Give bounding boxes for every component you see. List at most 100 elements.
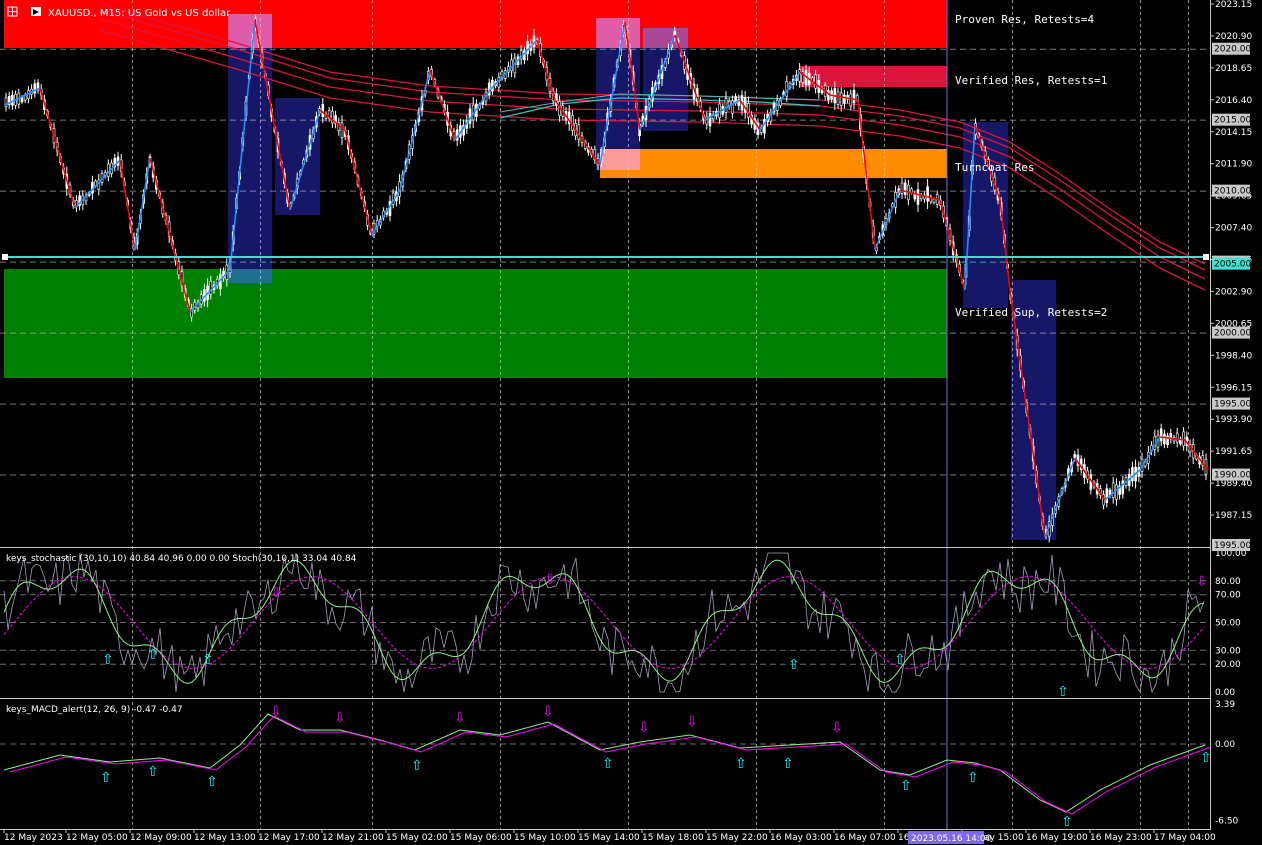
verified-res-zone: [800, 66, 947, 87]
price-tick-label: 2020.90: [1215, 32, 1252, 42]
candle-body: [513, 57, 517, 74]
time-label: 16 May 19:00: [1026, 833, 1088, 843]
stochastic-label: keys_stochastic (30,10,10) 40.84 40.96 0…: [6, 554, 357, 564]
zone-label-verified-res: Verified Res, Retests=1: [955, 74, 1107, 87]
arrow-down-icon: ⇩: [1196, 574, 1208, 590]
price-tick-label: 2014.15: [1215, 128, 1252, 138]
macd-tick-label: -6.50: [1215, 817, 1239, 827]
candle-body: [839, 92, 843, 106]
session-box-highlight: [643, 28, 688, 48]
arrow-up-icon: ⇧: [206, 774, 218, 790]
candle-body: [1111, 482, 1115, 498]
price-tick-label: 2023.15: [1215, 0, 1252, 10]
candle-body: [1115, 484, 1118, 500]
candle-body: [900, 182, 904, 194]
stoch-tick-label: 70.00: [1215, 591, 1241, 601]
time-label: 12 May 13:00: [194, 833, 256, 843]
candle-body: [708, 113, 712, 127]
verified-sup-zone: [4, 269, 947, 378]
time-label: 12 May 21:00: [322, 833, 384, 843]
stoch-tick-label: 80.00: [1215, 577, 1241, 587]
session-box: [275, 98, 320, 215]
price-tick-label: 1998.40: [1215, 351, 1252, 361]
price-tag-label: 2020.00: [1214, 45, 1251, 55]
price-tick-label: 1991.65: [1215, 447, 1252, 457]
price-tag-label: 1990.00: [1214, 471, 1251, 481]
session-box: [228, 14, 272, 283]
candle-body: [798, 69, 801, 82]
candle-body: [1159, 428, 1163, 442]
candle-body: [321, 104, 325, 118]
price-tick-label: 2002.90: [1215, 287, 1252, 297]
candle-body: [1105, 488, 1109, 504]
arrow-up-icon: ⇧: [894, 652, 906, 668]
arrow-up-icon: ⇧: [1057, 684, 1069, 700]
candle-body: [1182, 431, 1185, 447]
candle-body: [468, 108, 472, 124]
chart-window[interactable]: Proven Res, Retests=4 Verified Res, Rete…: [0, 0, 1262, 845]
arrow-up-icon: ⇧: [782, 756, 794, 772]
arrow-up-icon: ⇧: [100, 770, 112, 786]
candle-body: [526, 40, 529, 55]
price-tick-label: 2011.90: [1215, 160, 1252, 170]
one-click-icon[interactable]: [31, 7, 41, 16]
arrow-down-icon: ⇩: [544, 572, 556, 588]
candle-body: [731, 100, 734, 114]
session-box-overlap: [600, 149, 640, 170]
horizontal-line-handle-left[interactable]: [2, 254, 8, 260]
time-label: 15 May 18:00: [642, 833, 704, 843]
arrow-down-icon: ⇩: [270, 585, 282, 601]
time-label: 12 May 2023: [4, 833, 63, 843]
price-tick-label: 1996.15: [1215, 383, 1252, 393]
price-tag-label: 1995.00: [1214, 541, 1251, 551]
arrow-up-icon: ⇧: [735, 756, 747, 772]
candle-body: [903, 182, 907, 195]
arrow-up-icon: ⇧: [1200, 750, 1212, 766]
candle-body: [836, 91, 840, 105]
time-label: 16 May 03:00: [770, 833, 832, 843]
arrow-down-icon: ⇩: [686, 714, 698, 730]
time-label: 15 May 06:00: [450, 833, 512, 843]
candle-body: [916, 189, 920, 205]
price-tag-label: 2015.00: [1214, 116, 1251, 126]
macd-tick-label: 3.39: [1215, 700, 1235, 710]
candle-body: [107, 163, 110, 177]
candle-body: [33, 83, 37, 94]
candle-body: [932, 199, 936, 204]
arrow-up-icon: ⇧: [900, 778, 912, 794]
candle-body: [1121, 480, 1125, 495]
macd-label: keys_MACD_alert(12, 26, 9) -0.47 -0.47: [6, 705, 183, 715]
time-label: 17 May 04:00: [1154, 833, 1216, 843]
price-tick-label: 2007.40: [1215, 224, 1252, 234]
candle-body: [814, 74, 817, 89]
arrow-down-icon: ⇩: [542, 704, 554, 720]
price-tag-label: 2000.00: [1214, 329, 1251, 339]
session-box: [1011, 280, 1056, 540]
time-label: 15 May 22:00: [706, 833, 768, 843]
macd-tick-label: 0.00: [1215, 740, 1235, 750]
candle-body: [1163, 433, 1166, 445]
price-tag-label: 2010.00: [1214, 187, 1251, 197]
time-label: 15 May 10:00: [514, 833, 576, 843]
stoch-tick-label: 20.00: [1215, 660, 1241, 670]
price-tick-label: 1989.40: [1215, 479, 1252, 489]
arrow-down-icon: ⇩: [334, 710, 346, 726]
time-label: 12 May 17:00: [258, 833, 320, 843]
time-label: 16 May 23:00: [1090, 833, 1152, 843]
arrow-up-icon: ⇧: [202, 652, 214, 668]
time-label: 12 May 05:00: [66, 833, 128, 843]
session-box-overlap: [228, 269, 272, 283]
arrow-up-icon: ⇧: [147, 764, 159, 780]
arrow-up-icon: ⇧: [102, 652, 114, 668]
arrow-up-icon: ⇧: [411, 758, 423, 774]
candle-body: [1073, 454, 1077, 459]
arrow-up-icon: ⇧: [788, 657, 800, 673]
candle-body: [843, 94, 846, 104]
horizontal-line-handle-right[interactable]: [1203, 254, 1209, 260]
time-label: 12 May 09:00: [130, 833, 192, 843]
zone-label-proven-res: Proven Res, Retests=4: [955, 13, 1094, 26]
candle-body: [1175, 432, 1179, 443]
time-label: 16 May 07:00: [834, 833, 896, 843]
stoch-tick-label: 0.00: [1215, 688, 1235, 698]
candle-body: [852, 89, 856, 104]
